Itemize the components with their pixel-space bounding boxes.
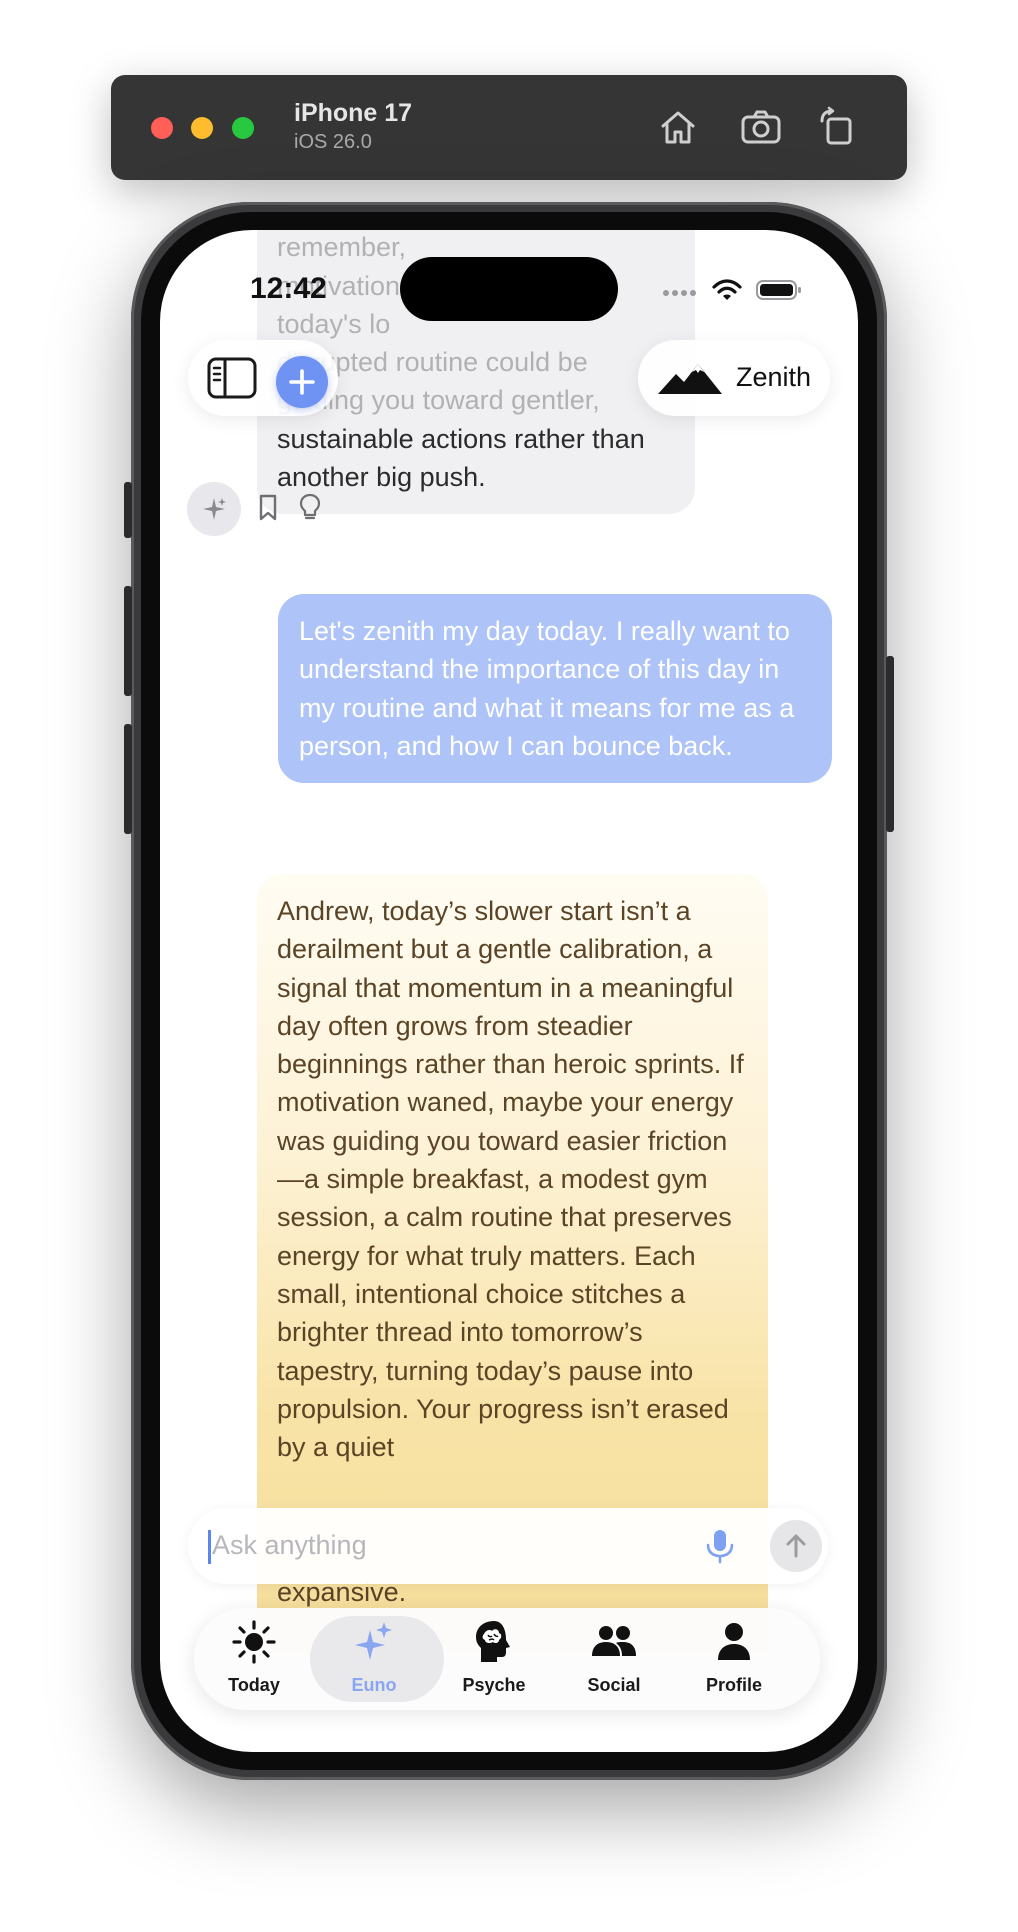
sun-icon [230,1618,278,1666]
ai-message-text: Andrew, today’s slower start isn’t a der… [277,896,744,1463]
sparkles-icon [350,1618,398,1666]
tab-label: Social [587,1675,641,1695]
tab-label: Euno [351,1675,397,1695]
home-icon[interactable] [656,105,700,149]
wifi-icon [712,278,742,307]
simulator-toolbar: iPhone 17 iOS 26.0 [111,75,907,180]
tab-bar: Today Euno Psyche Social Profile [194,1608,820,1710]
tab-psyche[interactable]: Psyche [434,1608,554,1710]
rotate-icon[interactable] [816,105,860,149]
new-chat-button[interactable] [276,356,328,408]
tab-today[interactable]: Today [194,1608,314,1710]
tab-profile[interactable]: Profile [674,1608,794,1710]
message-line: sustainable actions rather than [277,423,645,454]
cellular-signal-icon [662,283,698,302]
mountain-logo-icon [656,360,724,396]
user-message: Let's zenith my day today. I really want… [278,594,832,784]
power-button [886,656,894,832]
sparkle-icon[interactable] [187,482,241,536]
people-icon [590,1618,638,1666]
top-left-controls [188,340,338,416]
message-actions [187,482,325,536]
status-time: 12:42 [250,272,327,305]
action-button [124,482,132,538]
dynamic-island [400,257,618,321]
phone-screen: bigger tasks later. And remember, motiva… [160,230,858,1752]
tab-label: Profile [705,1675,762,1695]
tab-label: Today [228,1675,280,1695]
device-name: iPhone 17 [294,99,413,127]
brand-button[interactable]: Zenith [638,340,830,416]
chat-input[interactable]: Ask anything [212,1530,367,1561]
chat-input-bar: Ask anything [188,1508,828,1584]
volume-up-button [124,586,132,696]
bookmark-icon[interactable] [253,492,283,527]
plus-icon [289,369,315,395]
zoom-window-button[interactable] [232,117,254,139]
tab-euno[interactable]: Euno [310,1608,444,1710]
tab-social[interactable]: Social [554,1608,674,1710]
brand-label: Zenith [736,362,812,392]
minimize-window-button[interactable] [191,117,213,139]
status-icons [662,278,802,307]
brain-head-icon [470,1618,518,1666]
text-caret [208,1530,211,1564]
lightbulb-icon[interactable] [295,492,325,527]
message-line: another big push. [277,462,486,493]
arrow-up-icon [786,1534,806,1558]
person-icon [710,1618,758,1666]
screenshot-icon[interactable] [739,105,783,149]
os-version: iOS 26.0 [294,131,372,153]
battery-icon [756,279,802,306]
send-button[interactable] [770,1520,822,1572]
close-window-button[interactable] [151,117,173,139]
microphone-icon[interactable] [700,1526,740,1566]
volume-down-button [124,724,132,834]
tab-label: Psyche [462,1675,526,1695]
sidebar-toggle-icon[interactable] [206,356,258,400]
